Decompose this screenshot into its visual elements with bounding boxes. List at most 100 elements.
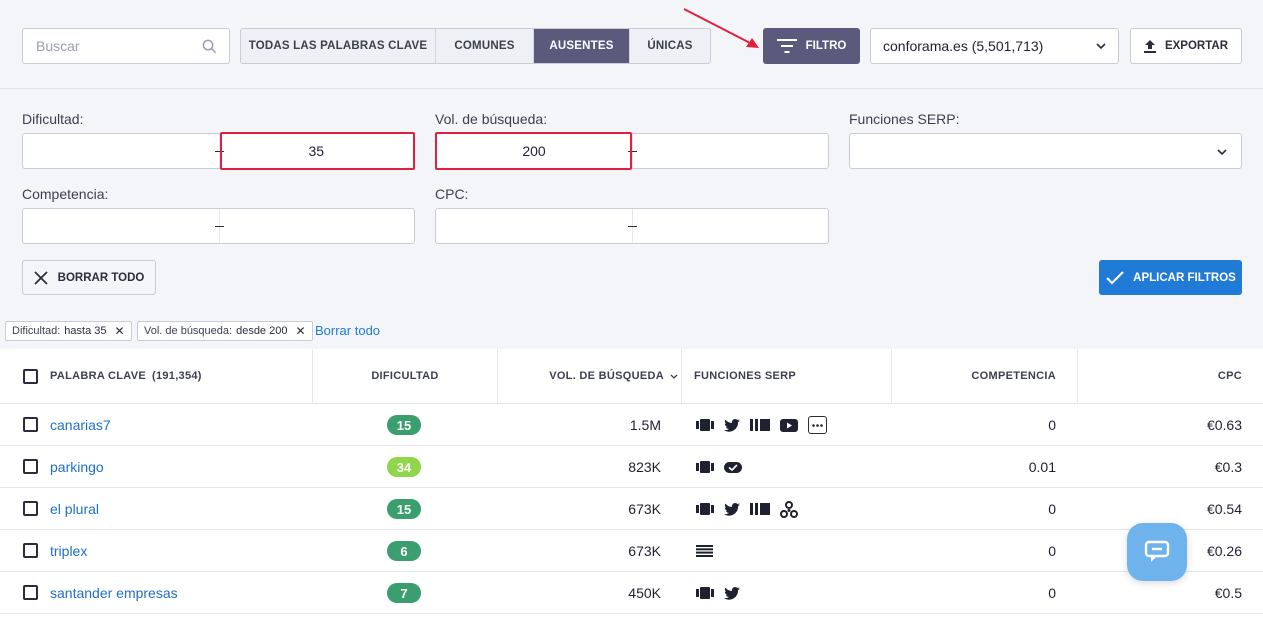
tab-todas[interactable]: TODAS LAS PALABRAS CLAVE [241, 29, 436, 63]
competition-value: 0 [1048, 585, 1056, 601]
sort-down-icon [670, 374, 678, 379]
competition-value: 0 [1048, 501, 1056, 517]
keyword-link[interactable]: triplex [50, 543, 87, 559]
table-row: el plural 15 673K 0 €0.54 [0, 487, 1263, 529]
search-box[interactable] [22, 28, 230, 64]
difficulty-badge: 15 [387, 415, 421, 435]
keyword-link[interactable]: el plural [50, 501, 99, 517]
header-keyword[interactable]: PALABRA CLAVE (191,354) [50, 349, 202, 403]
serp-features [696, 541, 713, 561]
tab-ausentes[interactable]: AUSENTES [534, 29, 630, 63]
serp-features [696, 415, 827, 435]
difficulty-badge: 6 [387, 541, 421, 561]
clear-all-label: BORRAR TODO [57, 271, 145, 284]
search-input[interactable] [23, 29, 229, 63]
filter-icon [776, 39, 797, 53]
carousel-icon [696, 460, 714, 474]
header-cpc[interactable]: CPC [1078, 349, 1242, 403]
header-volume[interactable]: VOL. DE BÚSQUEDA [498, 349, 678, 403]
carousel-icon [696, 502, 714, 516]
column-divider [681, 349, 682, 403]
clear-filters-link[interactable]: Borrar todo [315, 323, 380, 338]
video-icon [780, 418, 798, 432]
close-icon[interactable]: ✕ [295, 324, 305, 338]
carousel-icon [696, 586, 714, 600]
domain-select-value: conforama.es (5,501,713) [883, 38, 1044, 54]
competition-value: 0 [1048, 417, 1056, 433]
keyword-link[interactable]: canarias7 [50, 417, 111, 433]
twitter-icon [724, 502, 740, 516]
export-button[interactable]: EXPORTAR [1130, 28, 1242, 64]
header-difficulty[interactable]: DIFICULTAD [313, 349, 497, 403]
cpc-to-input[interactable] [632, 209, 828, 243]
filter-button[interactable]: FILTRO [763, 28, 860, 64]
header-keyword-label: PALABRA CLAVE [50, 370, 146, 382]
chat-widget-button[interactable] [1127, 523, 1187, 581]
filter-chip-difficulty: Dificultad: hasta 35 ✕ [5, 321, 132, 341]
close-icon[interactable]: ✕ [115, 324, 125, 338]
difficulty-badge: 15 [387, 499, 421, 519]
apply-filters-button[interactable]: APLICAR FILTROS [1099, 260, 1242, 295]
keywords-table: PALABRA CLAVE (191,354) DIFICULTAD VOL. … [0, 349, 1263, 622]
reviews-icon [724, 461, 742, 473]
header-competition[interactable]: COMPETENCIA [892, 349, 1056, 403]
table-row: santander empresas 7 450K 0 €0.5 [0, 571, 1263, 613]
keyword-type-tabs: TODAS LAS PALABRAS CLAVE COMUNES AUSENTE… [240, 28, 711, 64]
keyword-link[interactable]: parkingo [50, 459, 104, 475]
competition-from-input[interactable] [23, 209, 219, 243]
divider [0, 88, 1263, 89]
select-all-checkbox[interactable] [23, 369, 38, 384]
keyword-link[interactable]: santander empresas [50, 585, 178, 601]
upload-icon [1143, 39, 1156, 53]
cpc-value: €0.5 [1214, 585, 1242, 601]
volume-value: 1.5M [629, 417, 661, 433]
filter-button-label: FILTRO [805, 40, 847, 52]
row-checkbox[interactable] [23, 585, 38, 600]
highlight-box [435, 132, 632, 170]
volume-value: 673K [628, 543, 661, 559]
volume-value: 450K [628, 585, 661, 601]
cpc-range [435, 208, 829, 244]
table-row: canarias7 15 1.5M 0 €0.63 [0, 403, 1263, 445]
difficulty-from-input[interactable] [23, 134, 219, 168]
row-checkbox[interactable] [23, 417, 38, 432]
header-serp[interactable]: FUNCIONES SERP [694, 349, 796, 403]
carousel-icon [696, 418, 714, 432]
cpc-from-input[interactable] [436, 209, 632, 243]
chat-icon [1144, 540, 1170, 562]
competition-label: Competencia: [22, 186, 109, 202]
chevron-down-icon [1096, 43, 1106, 49]
tab-comunes[interactable]: COMUNES [436, 29, 534, 63]
row-checkbox[interactable] [23, 501, 38, 516]
clear-all-button[interactable]: BORRAR TODO [22, 260, 156, 295]
chevron-down-icon [1217, 149, 1227, 155]
competition-to-input[interactable] [219, 209, 415, 243]
close-icon [34, 270, 48, 285]
chip-value: desde 200 [236, 325, 288, 337]
difficulty-badge: 7 [387, 583, 421, 603]
serp-features [696, 457, 742, 477]
chip-key: Dificultad: [12, 325, 61, 337]
highlight-box [220, 132, 415, 170]
more-icon[interactable] [808, 416, 827, 434]
competition-range [22, 208, 415, 244]
keyword-count: (191,354) [151, 370, 202, 382]
cpc-value: €0.3 [1214, 459, 1242, 475]
volume-value: 823K [628, 459, 661, 475]
image-pack-icon [750, 502, 770, 516]
row-checkbox[interactable] [23, 459, 38, 474]
search-icon [202, 39, 217, 54]
difficulty-label: Dificultad: [22, 111, 84, 127]
domain-select[interactable]: conforama.es (5,501,713) [870, 28, 1119, 64]
competition-value: 0.01 [1028, 459, 1056, 475]
row-checkbox[interactable] [23, 543, 38, 558]
volume-value: 673K [628, 501, 661, 517]
knowledge-graph-icon [780, 500, 798, 518]
chip-value: hasta 35 [64, 325, 107, 337]
serp-features [696, 499, 798, 519]
difficulty-badge: 34 [387, 457, 421, 477]
table-row-divider [0, 613, 1263, 614]
serp-select[interactable] [849, 133, 1242, 169]
twitter-icon [724, 586, 740, 600]
volume-to-input[interactable] [632, 134, 828, 168]
